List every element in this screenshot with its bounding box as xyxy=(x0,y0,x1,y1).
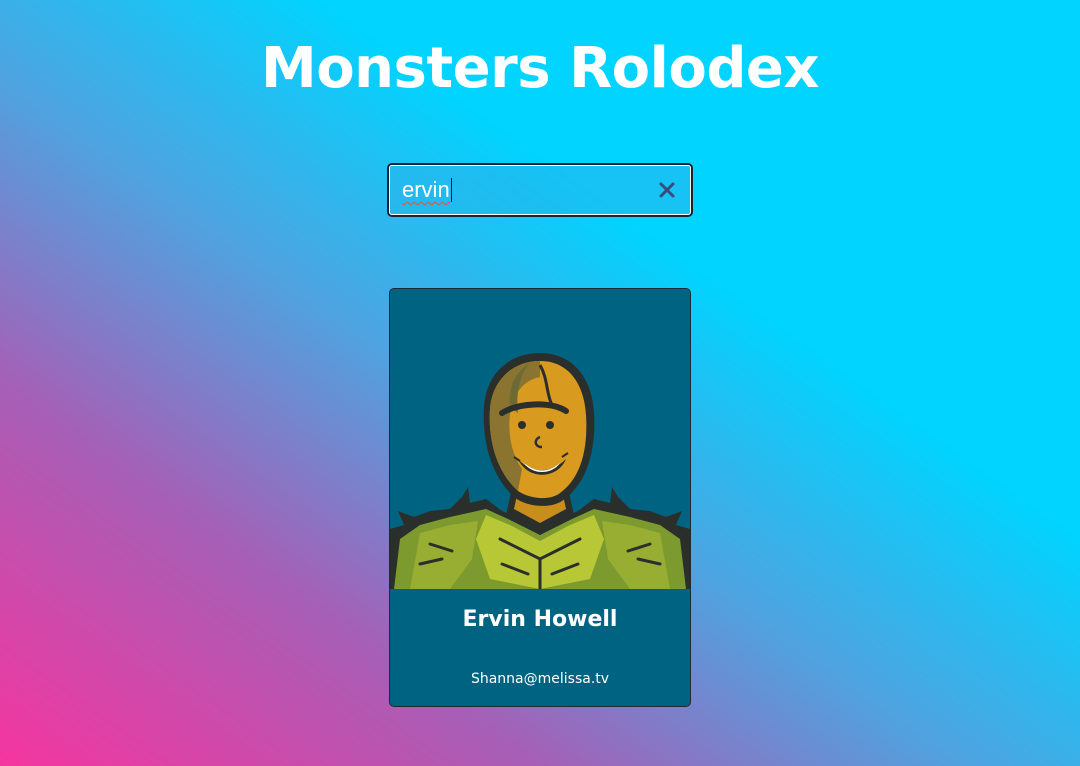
clear-search-button[interactable] xyxy=(655,178,679,202)
search-input[interactable]: ervin xyxy=(402,177,452,203)
text-caret xyxy=(450,178,452,202)
monster-avatar-image xyxy=(390,289,690,589)
page-title: Monsters Rolodex xyxy=(260,36,820,101)
monster-email: Shanna@melissa.tv xyxy=(470,671,610,687)
monster-card[interactable]: Ervin Howell Shanna@melissa.tv xyxy=(389,288,691,707)
search-input-value: ervin xyxy=(402,177,450,202)
search-box[interactable]: ervin xyxy=(387,163,693,217)
monster-name: Ervin Howell xyxy=(462,607,618,632)
close-icon xyxy=(659,182,675,198)
